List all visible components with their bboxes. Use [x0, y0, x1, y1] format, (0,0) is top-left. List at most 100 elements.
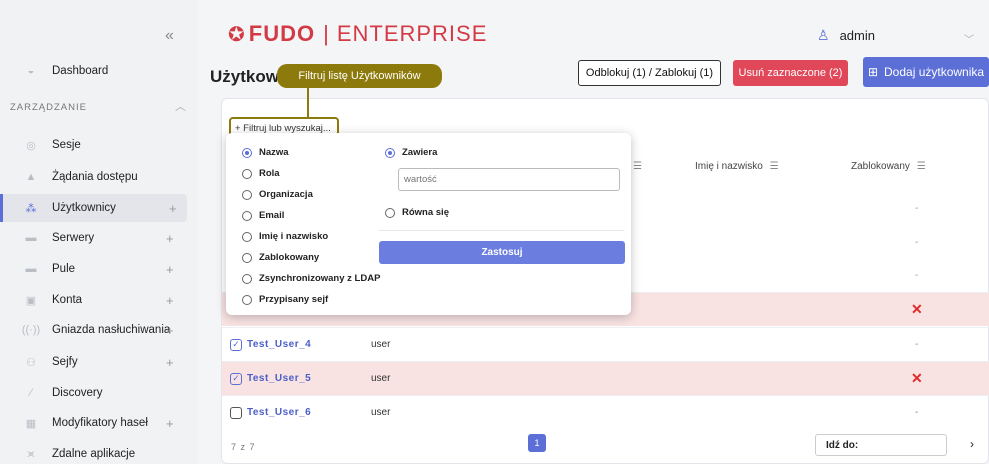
expand-plus-icon[interactable]: +	[166, 323, 174, 338]
sidebar-item-password-modifiers[interactable]: ▦ Modyfikatory haseł +	[0, 409, 187, 437]
delete-selected-button[interactable]: Usuń zaznaczone (2)	[733, 60, 848, 86]
sidebar-item-label: Discovery	[52, 387, 103, 399]
safe-icon: ⚇	[26, 356, 36, 369]
radio-button[interactable]	[242, 189, 252, 200]
filter-tooltip: Filtruj listę Użytkowników	[277, 64, 442, 88]
sidebar-item-pools[interactable]: ▬ Pule +	[0, 255, 187, 283]
next-page-icon[interactable]: ›	[970, 437, 974, 451]
radio-button[interactable]	[242, 273, 252, 284]
radio-button[interactable]	[242, 294, 252, 305]
expand-plus-icon[interactable]: +	[166, 231, 174, 246]
table-row[interactable]: ✓ Test_User_5 user ✕	[222, 361, 989, 395]
filter-field-name[interactable]: Nazwa	[242, 147, 289, 158]
sidebar: « ◒ Dashboard ZARZĄDZANIE ︿ ◎ Sesje ▲ Żą…	[0, 0, 198, 464]
discovery-icon: ⁄	[30, 387, 32, 399]
filter-field-ldap[interactable]: Zsynchronizowany z LDAP	[242, 273, 380, 284]
column-header-blocked[interactable]: Zablokowany ☰	[851, 161, 926, 172]
server-icon: ▬	[25, 232, 37, 244]
sidebar-item-listeners[interactable]: ((·)) Gniazda nasłuchiwania +	[0, 316, 187, 344]
username: admin	[839, 28, 875, 43]
tooltip-connector	[307, 88, 309, 118]
filter-dropdown	[226, 133, 631, 315]
sidebar-item-sessions[interactable]: ◎ Sesje	[0, 131, 187, 159]
user-name-link[interactable]: Test_User_6	[247, 407, 311, 418]
chevron-down-icon[interactable]: ﹀	[964, 31, 974, 46]
dashboard-icon: ◒	[27, 65, 35, 77]
operator-equals[interactable]: Równa się	[385, 207, 449, 218]
chevron-up-icon[interactable]: ︿	[175, 98, 186, 114]
sidebar-item-label: Użytkownicy	[52, 202, 116, 214]
radio-button[interactable]	[242, 231, 252, 242]
sidebar-item-label: Pule	[52, 263, 76, 275]
fudo-logo: ✪ FUDO | ENTERPRISE	[228, 21, 488, 46]
access-request-icon: ▲	[25, 171, 37, 183]
sidebar-item-accounts[interactable]: ▣ Konta +	[0, 286, 187, 314]
expand-plus-icon[interactable]: +	[166, 262, 174, 277]
radio-button[interactable]	[242, 210, 252, 221]
filter-field-fullname[interactable]: Imię i nazwisko	[242, 231, 328, 242]
column-header-fullname[interactable]: Imię i nazwisko ☰	[695, 161, 779, 172]
filter-field-organization[interactable]: Organizacja	[242, 189, 313, 200]
blocked-x-icon: ✕	[911, 301, 923, 317]
row-checkbox[interactable]: ✓	[230, 372, 242, 385]
expand-plus-icon[interactable]: +	[166, 355, 174, 370]
sidebar-item-label: Zdalne aplikacje	[52, 448, 136, 460]
radio-button[interactable]	[385, 207, 395, 218]
password-modifier-icon: ▦	[25, 417, 37, 430]
add-user-button[interactable]: ⊞ Dodaj użytkownika	[863, 57, 989, 87]
expand-plus-icon[interactable]: +	[169, 201, 177, 216]
user-role: user	[371, 407, 391, 418]
sidebar-item-label: Sejfy	[52, 356, 78, 368]
radio-button[interactable]	[242, 147, 252, 158]
table-row[interactable]: Test_User_6 user -	[222, 395, 989, 429]
user-menu[interactable]: ♙ admin	[817, 27, 875, 44]
user-icon: ♙	[817, 27, 830, 43]
filter-field-role[interactable]: Rola	[242, 168, 280, 179]
filter-value-input[interactable]	[398, 168, 620, 191]
apply-filter-button[interactable]: Zastosuj	[379, 241, 625, 264]
blocked-value: -	[915, 237, 919, 248]
sidebar-item-label: Modyfikatory haseł	[52, 417, 148, 429]
row-checkbox[interactable]	[230, 406, 242, 419]
row-checkbox[interactable]: ✓	[230, 338, 242, 351]
sidebar-item-label: Serwery	[52, 232, 95, 244]
table-row[interactable]: ✓ Test_User_4 user -	[222, 327, 989, 361]
expand-plus-icon[interactable]: +	[166, 416, 174, 431]
sidebar-item-dashboard[interactable]: ◒ Dashboard	[0, 57, 187, 85]
radio-button[interactable]	[242, 252, 252, 263]
collapse-sidebar-icon[interactable]: «	[165, 27, 174, 45]
page-button-1[interactable]: 1	[528, 434, 546, 452]
listener-icon: ((·))	[21, 324, 41, 336]
user-role: user	[371, 339, 391, 350]
radio-button[interactable]	[385, 147, 395, 158]
page-title: Użytkow	[210, 67, 279, 86]
goto-page-input[interactable]: Idź do:	[815, 434, 947, 456]
sidebar-item-servers[interactable]: ▬ Serwery +	[0, 224, 187, 252]
filter-field-safe[interactable]: Przypisany sejf	[242, 294, 328, 305]
expand-plus-icon[interactable]: +	[166, 293, 174, 308]
operator-contains[interactable]: Zawiera	[385, 147, 437, 158]
sidebar-item-label: Żądania dostępu	[52, 171, 138, 183]
pool-icon: ▬	[25, 263, 37, 275]
row-count: 7 z 7	[231, 442, 256, 452]
filter-field-email[interactable]: Email	[242, 210, 284, 221]
divider	[379, 230, 624, 231]
sort-icon[interactable]: ☰	[633, 161, 642, 172]
sort-icon[interactable]: ☰	[917, 161, 926, 172]
blocked-value: -	[915, 270, 919, 281]
user-name-link[interactable]: Test_User_5	[247, 373, 311, 384]
sort-icon[interactable]: ☰	[770, 161, 779, 172]
sidebar-item-safes[interactable]: ⚇ Sejfy +	[0, 348, 187, 376]
radio-button[interactable]	[242, 168, 252, 179]
sidebar-item-users[interactable]: ⁂ Użytkownicy +	[0, 194, 187, 222]
sidebar-item-access-requests[interactable]: ▲ Żądania dostępu	[0, 163, 187, 191]
user-name-link[interactable]: Test_User_4	[247, 339, 311, 350]
users-icon: ⁂	[25, 202, 37, 215]
sidebar-item-remote-apps[interactable]: ⪤ Zdalne aplikacje	[0, 440, 187, 464]
user-role: user	[371, 373, 391, 384]
remote-app-icon: ⪤	[27, 447, 35, 460]
filter-field-blocked[interactable]: Zablokowany	[242, 252, 319, 263]
sidebar-item-discovery[interactable]: ⁄ Discovery	[0, 379, 187, 407]
unlock-lock-button[interactable]: Odblokuj (1) / Zablokuj (1)	[578, 60, 721, 86]
sidebar-item-label: Dashboard	[52, 65, 109, 77]
